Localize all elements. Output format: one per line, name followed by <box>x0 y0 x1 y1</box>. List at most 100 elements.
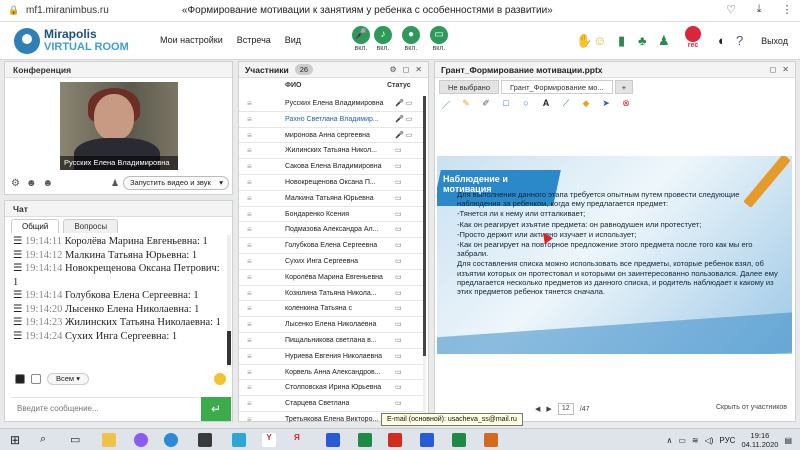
menu-icon[interactable]: ⋮ <box>780 3 794 16</box>
participant-row[interactable]: ≡ миронова Анна сергеевна 🎤 ▭ <box>239 128 424 144</box>
tab-general[interactable]: Общий <box>11 219 60 233</box>
tab-not-selected[interactable]: Не выбрано <box>439 80 499 94</box>
excel-doc-icon[interactable] <box>452 433 466 447</box>
rectangle-icon[interactable]: □ <box>499 98 513 111</box>
address-bar[interactable]: mf1.miranimbus.ru <box>26 5 109 16</box>
recipient-select[interactable]: Всем ▾ <box>47 373 89 385</box>
drag-handle-icon[interactable]: ≡ <box>247 128 252 143</box>
text-color-picker[interactable] <box>15 374 25 384</box>
word-icon[interactable] <box>326 433 340 447</box>
notifications-icon[interactable]: ▤ <box>784 436 792 445</box>
bookmark-icon[interactable]: ♡ <box>724 3 738 16</box>
popout-icon[interactable]: ◻ <box>770 65 777 74</box>
participant-row[interactable]: ≡ Королёва Марина Евгеньевна ▭ <box>239 270 424 286</box>
windows-start-icon[interactable]: ⊞ <box>10 433 24 447</box>
user-icon[interactable]: ☻ <box>26 178 37 189</box>
prev-page-icon[interactable]: ◀ <box>535 405 540 413</box>
participant-row[interactable]: ≡ Малкина Татьяна Юрьевна ▭ <box>239 191 424 207</box>
help-icon[interactable]: ? <box>736 33 743 48</box>
participant-row[interactable]: ≡ коленкина Татьяна с ▭ <box>239 301 424 318</box>
drag-handle-icon[interactable]: ≡ <box>247 396 252 411</box>
yandex-browser-icon[interactable]: Y <box>262 433 276 447</box>
users-icon[interactable]: ☻ <box>43 178 54 189</box>
acrobat-icon[interactable] <box>388 433 402 447</box>
drag-handle-icon[interactable]: ≡ <box>247 112 252 127</box>
arrow-line-icon[interactable]: ⟋ <box>559 98 573 111</box>
menu-item-view[interactable]: Вид <box>285 35 301 45</box>
chat-input[interactable]: Введите сообщение... <box>11 397 199 419</box>
russian-flag-icon[interactable]: ◐ <box>718 33 726 48</box>
participant-row[interactable]: ≡ Голубкова Елена Сергеевна ▭ <box>239 238 424 254</box>
drag-handle-icon[interactable]: ≡ <box>247 333 252 348</box>
drag-handle-icon[interactable]: ≡ <box>247 175 252 190</box>
presentation-slide[interactable]: Наблюдение и мотивация Для выполнения да… <box>437 156 792 354</box>
text-icon[interactable]: A <box>539 98 553 111</box>
participant-row[interactable]: ≡ Сакова Елена Владимировна ▭ <box>239 159 424 175</box>
battery-icon[interactable]: ▭ <box>678 436 686 445</box>
add-tab-button[interactable]: + <box>614 80 634 94</box>
tab-presentation[interactable]: Грант_Формирование мо... <box>501 80 613 94</box>
camera-toggle-button[interactable]: ● вкл. <box>400 26 422 52</box>
background-color-picker[interactable] <box>31 374 41 384</box>
menu-item-settings[interactable]: Мои настройки <box>160 35 223 45</box>
participant-row[interactable]: ≡ Жилинских Татьяна Никол... ▭ <box>239 143 424 160</box>
edge-icon[interactable] <box>164 433 178 447</box>
emoji-picker-icon[interactable] <box>214 373 226 385</box>
alice-icon[interactable] <box>134 433 148 447</box>
language-indicator[interactable]: РУС <box>719 436 735 445</box>
structure-icon[interactable]: ♣ <box>638 33 647 48</box>
hide-from-participants-button[interactable]: Скрыть от участников <box>716 404 787 411</box>
mic-toggle-button[interactable]: 🎤 вкл. <box>350 26 372 52</box>
close-icon[interactable]: ✕ <box>782 65 789 74</box>
wifi-icon[interactable]: ≋ <box>692 436 699 445</box>
drag-handle-icon[interactable]: ≡ <box>247 238 252 253</box>
layout-icon[interactable]: ⚙ <box>11 178 20 189</box>
drag-handle-icon[interactable]: ≡ <box>247 159 252 174</box>
drag-handle-icon[interactable]: ≡ <box>247 207 252 222</box>
speaker-video[interactable]: Русских Елена Владимировна <box>60 82 178 170</box>
drag-handle-icon[interactable]: ≡ <box>247 286 252 301</box>
next-page-icon[interactable]: ▶ <box>546 405 551 413</box>
fill-icon[interactable]: ◆ <box>579 98 593 111</box>
popout-icon[interactable]: ◻ <box>403 65 410 74</box>
participant-row[interactable]: ≡ Старцева Светлана ▭ <box>239 396 424 412</box>
drag-handle-icon[interactable]: ≡ <box>247 365 252 380</box>
raise-hand-icon[interactable]: ✋ <box>576 33 592 49</box>
task-view-icon[interactable]: ▭ <box>70 433 84 447</box>
circle-icon[interactable]: ○ <box>519 98 533 111</box>
clock[interactable]: 19:16 04.11.2020 <box>741 431 778 449</box>
participant-row[interactable]: ≡ Лысенко Елена Николаевна ▭ <box>239 317 424 333</box>
chat-scrollbar[interactable] <box>227 235 231 367</box>
participant-row[interactable]: ≡ Корвель Анна Александров... ▭ <box>239 365 424 381</box>
marker-icon[interactable]: ✎ <box>459 98 473 111</box>
drag-handle-icon[interactable]: ≡ <box>247 191 252 206</box>
yandex-icon[interactable]: Я <box>294 433 308 447</box>
participant-row[interactable]: ≡ Подмазова Александра Ал... ▭ <box>239 222 424 239</box>
search-icon[interactable]: ⌕ <box>40 433 54 447</box>
download-icon[interactable]: ⤓ <box>752 3 766 16</box>
word-doc-icon[interactable] <box>420 433 434 447</box>
drag-handle-icon[interactable]: ≡ <box>247 96 252 111</box>
drag-handle-icon[interactable]: ≡ <box>247 349 252 364</box>
drag-handle-icon[interactable]: ≡ <box>247 222 252 237</box>
participants-icon[interactable]: ♟ <box>658 33 670 49</box>
drag-handle-icon[interactable]: ≡ <box>247 143 252 158</box>
powerpoint-icon[interactable] <box>484 433 498 447</box>
brush-icon[interactable]: ✐ <box>479 98 493 111</box>
emoji-icon[interactable]: ☺ <box>593 33 606 48</box>
drag-handle-icon[interactable]: ≡ <box>247 317 252 332</box>
pen-icon[interactable]: ／ <box>439 98 453 111</box>
drag-handle-icon[interactable]: ≡ <box>247 254 252 269</box>
app-l-icon[interactable] <box>232 433 246 447</box>
participant-row[interactable]: ≡ Нуриева Евгения Николаевна ▭ <box>239 349 424 365</box>
drag-handle-icon[interactable]: ≡ <box>247 380 252 395</box>
drag-handle-icon[interactable]: ≡ <box>247 301 252 316</box>
tab-questions[interactable]: Вопросы <box>63 219 119 233</box>
file-explorer-icon[interactable] <box>102 433 116 447</box>
excel-icon[interactable] <box>358 433 372 447</box>
participant-row[interactable]: ≡ Пищальникова светлана в... ▭ <box>239 333 424 349</box>
page-input[interactable]: 12 <box>557 403 574 415</box>
settings-gear-icon[interactable]: ⚙ <box>389 65 396 74</box>
start-video-select[interactable]: Запустить видео и звук ▾ <box>123 176 229 190</box>
participants-scrollbar[interactable] <box>423 96 426 416</box>
